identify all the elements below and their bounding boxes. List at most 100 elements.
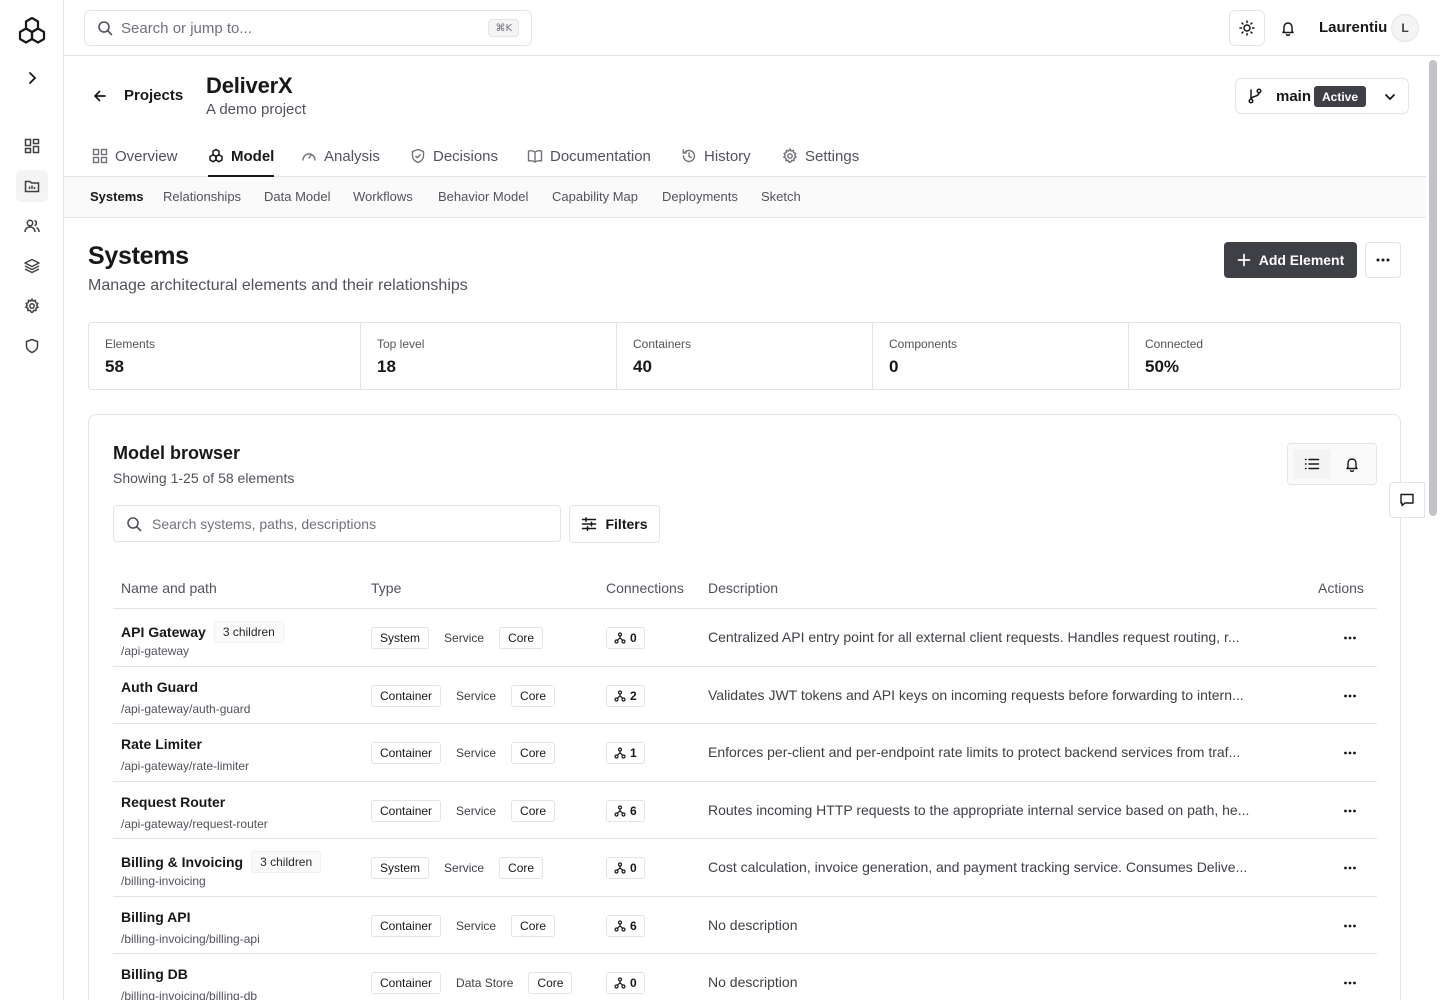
subtab-deployments[interactable]: Deployments: [662, 189, 738, 204]
table-row[interactable]: Billing & Invoicing 3 children/billing-in…: [113, 839, 1377, 897]
subtab-relationships[interactable]: Relationships: [163, 189, 241, 204]
rail-security[interactable]: [16, 330, 48, 362]
ellipsis-icon: [1344, 866, 1356, 870]
page-scrollbar[interactable]: [1426, 56, 1440, 1000]
ellipsis-icon: [1344, 751, 1356, 755]
row-actions-button[interactable]: [1335, 741, 1365, 765]
rail-settings[interactable]: [16, 290, 48, 322]
chevron-down-icon: [1385, 94, 1395, 101]
col-name[interactable]: Name and path: [121, 580, 217, 596]
connections-badge: 2: [606, 684, 645, 707]
row-actions-button[interactable]: [1335, 684, 1365, 708]
row-actions-button[interactable]: [1335, 626, 1365, 650]
type-tag: Container: [371, 742, 442, 764]
col-type[interactable]: Type: [371, 580, 401, 596]
element-name[interactable]: API Gateway 3 children: [121, 621, 284, 643]
tab-overview[interactable]: Overview: [92, 136, 178, 176]
row-actions-button[interactable]: [1335, 914, 1365, 938]
ellipsis-icon: [1344, 981, 1356, 985]
rail-projects[interactable]: [16, 170, 48, 202]
table-body: API Gateway 3 children/api-gateway System S…: [113, 609, 1377, 1000]
connections-badge: 0: [606, 857, 645, 879]
hexagon-cluster-icon[interactable]: [16, 15, 48, 47]
back-arrow-icon[interactable]: [90, 86, 110, 106]
element-name[interactable]: Request Router: [121, 794, 225, 810]
breadcrumb-projects[interactable]: Projects: [124, 87, 183, 104]
git-branch-icon: [1248, 88, 1262, 104]
table-row[interactable]: Billing DB/billing-invoicing/billing-db C…: [113, 954, 1377, 1000]
subtab-data-model[interactable]: Data Model: [264, 189, 330, 204]
element-name[interactable]: Billing DB: [121, 966, 188, 982]
user-name[interactable]: Laurentiu: [1319, 19, 1387, 36]
chevron-right-icon[interactable]: [22, 68, 42, 88]
list-icon: [1304, 458, 1320, 470]
subtab-systems[interactable]: Systems: [90, 189, 143, 204]
table-row[interactable]: API Gateway 3 children/api-gateway System S…: [113, 609, 1377, 667]
stat-elements: Elements 58: [89, 323, 361, 389]
type-tags: Container Data Store Core: [371, 972, 573, 994]
connections-badge: 6: [606, 914, 645, 937]
element-name[interactable]: Rate Limiter: [121, 736, 202, 752]
col-description[interactable]: Description: [708, 580, 778, 596]
tab-settings[interactable]: Settings: [782, 136, 859, 176]
type-tag: Container: [371, 684, 442, 707]
project-tabs: Overview Model Analysis Decisions Docume…: [64, 136, 1426, 177]
theme-toggle-button[interactable]: [1229, 10, 1265, 46]
children-badge: 3 children: [213, 621, 284, 643]
element-name[interactable]: Billing & Invoicing 3 children: [121, 851, 322, 873]
project-subtitle: A demo project: [206, 101, 307, 118]
col-connections[interactable]: Connections: [606, 580, 684, 596]
subtab-workflows[interactable]: Workflows: [353, 189, 413, 204]
table-row[interactable]: Request Router/api-gateway/request-route…: [113, 782, 1377, 839]
element-name[interactable]: Billing API: [121, 909, 190, 925]
stat-containers: Containers 40: [617, 323, 873, 389]
more-options-button[interactable]: [1365, 242, 1401, 278]
subtab-behavior-model[interactable]: Behavior Model: [438, 189, 528, 204]
connections-badge: 0: [606, 627, 645, 649]
subtab-sketch[interactable]: Sketch: [761, 189, 801, 204]
scrollbar-thumb[interactable]: [1429, 60, 1437, 516]
tab-history[interactable]: History: [681, 136, 751, 176]
connections-badge: 1: [606, 742, 645, 764]
tab-analysis[interactable]: Analysis: [301, 136, 380, 176]
element-name[interactable]: Auth Guard: [121, 679, 198, 695]
rail-dashboard[interactable]: [16, 130, 48, 162]
notifications-button[interactable]: [1270, 10, 1306, 46]
table-row[interactable]: Rate Limiter/api-gateway/rate-limiter Con…: [113, 724, 1377, 782]
filters-button[interactable]: Filters: [569, 505, 660, 543]
avatar[interactable]: L: [1391, 14, 1419, 42]
list-view-button[interactable]: [1293, 449, 1331, 479]
ellipsis-icon: [1344, 636, 1356, 640]
element-description: No description: [708, 916, 798, 933]
global-search-input[interactable]: Search or jump to... ⌘K: [84, 10, 532, 46]
settings-icon: [24, 298, 40, 314]
model-browser-count: Showing 1-25 of 58 elements: [113, 470, 295, 486]
search-placeholder: Search or jump to...: [121, 19, 252, 37]
type-tag: Data Store: [447, 972, 523, 994]
tab-documentation[interactable]: Documentation: [527, 136, 651, 176]
rail-layers[interactable]: [16, 250, 48, 282]
add-element-button[interactable]: Add Element: [1224, 242, 1357, 278]
branch-selector[interactable]: main Active: [1235, 78, 1409, 114]
tab-model[interactable]: Model: [208, 136, 275, 177]
type-tag: Service: [447, 799, 506, 822]
stats-bar: Elements 58 Top level 18 Containers 40 C…: [88, 322, 1401, 390]
tree-view-button[interactable]: [1333, 449, 1371, 479]
rail-users[interactable]: [16, 210, 48, 242]
element-description: Enforces per-client and per-endpoint rat…: [708, 744, 1241, 760]
message-icon: [1400, 493, 1414, 507]
table-row[interactable]: Billing API/billing-invoicing/billing-ap…: [113, 897, 1377, 954]
ellipsis-icon: [1344, 924, 1356, 927]
table-row[interactable]: Auth Guard/api-gateway/auth-guard Contain…: [113, 667, 1377, 724]
row-actions-button[interactable]: [1335, 856, 1365, 880]
row-actions-button[interactable]: [1335, 971, 1365, 995]
feedback-button[interactable]: [1389, 482, 1425, 518]
users-icon: [24, 219, 40, 233]
tab-decisions[interactable]: Decisions: [410, 136, 498, 176]
row-actions-button[interactable]: [1335, 799, 1365, 823]
element-search-input[interactable]: Search systems, paths, descriptions: [113, 505, 561, 542]
type-tag: Service: [447, 742, 506, 764]
view-toggle: [1287, 443, 1377, 485]
subtab-capability-map[interactable]: Capability Map: [552, 189, 638, 204]
sliders-icon: [582, 517, 597, 531]
